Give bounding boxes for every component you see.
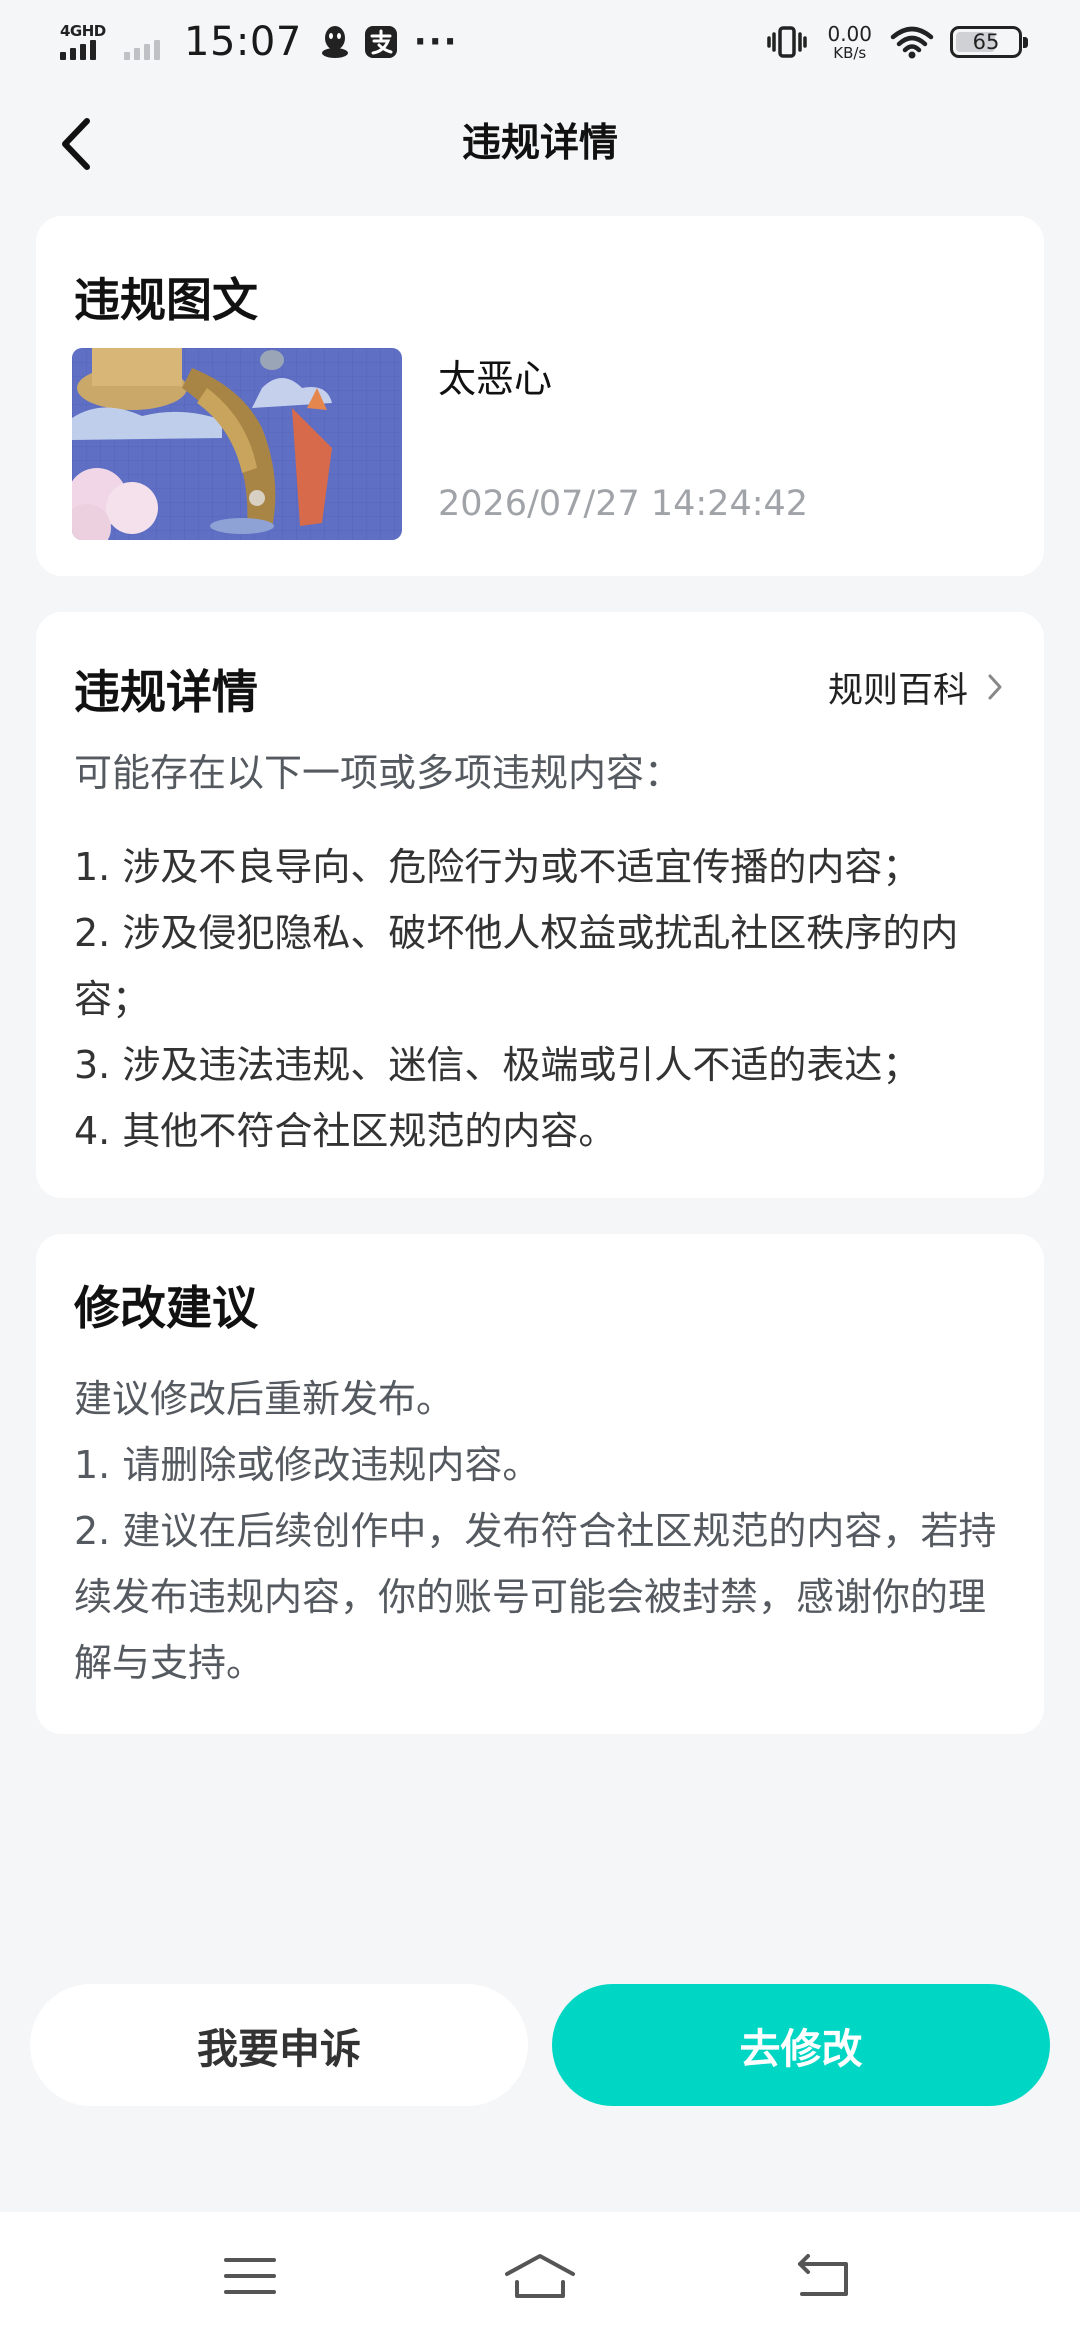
edit-button[interactable]: 去修改 — [552, 1984, 1050, 2106]
violation-item: 3. 涉及违法违规、迷信、极端或引人不适的表达； — [74, 1043, 921, 1087]
post-timestamp: 2026/07/27 14:24:42 — [438, 484, 809, 524]
rules-encyclopedia-label: 规则百科 — [827, 670, 968, 711]
status-bar-left: 4GHD 15:07 ··· — [58, 14, 459, 70]
violating-post-card: 违规图文 太恶心 2026/07/27 14:24:42 — [36, 216, 1044, 576]
status-bar: 4GHD 15:07 ··· 0.00 KB/s 65 — [0, 0, 1080, 84]
violation-item: 2. 涉及侵犯隐私、破坏他人权益或扰乱社区秩序的内容； — [74, 911, 959, 1021]
qq-icon — [320, 24, 350, 60]
suggestion-body: 建议修改后重新发布。 1. 请删除或修改违规内容。 2. 建议在后续创作中，发布… — [74, 1366, 1014, 1696]
secondary-signal-icon — [122, 20, 166, 64]
system-nav-bar — [0, 2212, 1080, 2340]
violation-detail-card: 违规详情 规则百科 可能存在以下一项或多项违规内容： 1. 涉及不良导向、危险行… — [36, 612, 1044, 1198]
network-type: 4GHD — [60, 22, 106, 40]
suggestion-line: 2. 建议在后续创作中，发布符合社区规范的内容，若持续发布违规内容，你的账号可能… — [74, 1509, 997, 1685]
chevron-right-icon — [988, 674, 1002, 700]
post-card-title: 违规图文 — [74, 273, 258, 327]
network-speed-value: 0.00 — [827, 21, 872, 46]
suggestion-line: 建议修改后重新发布。 — [74, 1377, 455, 1421]
more-dots-icon: ··· — [413, 22, 459, 62]
status-time: 15:07 — [184, 19, 302, 65]
vibrate-icon — [767, 24, 808, 60]
battery-icon: 65 — [950, 26, 1028, 58]
detail-card-title: 违规详情 — [74, 665, 258, 719]
violation-list: 1. 涉及不良导向、危险行为或不适宜传播的内容； 2. 涉及侵犯隐私、破坏他人权… — [74, 834, 1014, 1164]
post-text: 太恶心 — [438, 357, 553, 401]
detail-intro: 可能存在以下一项或多项违规内容： — [74, 751, 683, 795]
network-speed-unit: KB/s — [833, 43, 867, 62]
page-title: 违规详情 — [461, 121, 618, 166]
home-nav-button[interactable] — [490, 2246, 590, 2306]
suggestion-line: 1. 请删除或修改违规内容。 — [74, 1443, 541, 1487]
status-bar-right: 0.00 KB/s 65 — [767, 14, 1028, 70]
rules-encyclopedia-link[interactable]: 规则百科 — [828, 660, 1004, 714]
post-thumbnail-image — [72, 348, 402, 540]
appeal-button[interactable]: 我要申诉 — [30, 1984, 528, 2106]
violation-item: 1. 涉及不良导向、危险行为或不适宜传播的内容； — [74, 845, 921, 889]
post-thumbnail[interactable] — [72, 348, 402, 540]
menu-nav-button[interactable] — [200, 2246, 300, 2306]
network-speed: 0.00 KB/s — [827, 24, 872, 61]
return-icon — [798, 2254, 848, 2296]
alipay-icon — [364, 25, 398, 59]
suggestion-card-title: 修改建议 — [74, 1281, 258, 1335]
cellular-signal-icon: 4GHD — [58, 20, 110, 64]
suggestion-card: 修改建议 建议修改后重新发布。 1. 请删除或修改违规内容。 2. 建议在后续创… — [36, 1234, 1044, 1734]
back-button[interactable] — [48, 116, 104, 172]
menu-icon — [224, 2258, 276, 2294]
chevron-left-icon — [62, 118, 90, 170]
back-nav-button[interactable] — [774, 2246, 874, 2306]
wifi-icon — [890, 25, 934, 59]
violation-detail-screen: 4GHD 15:07 ··· 0.00 KB/s 65 违规详情 违规图文 太恶… — [0, 0, 1080, 2340]
violation-item: 4. 其他不符合社区规范的内容。 — [74, 1109, 617, 1153]
home-icon — [505, 2254, 575, 2298]
battery-level: 65 — [972, 30, 1000, 54]
nav-bar: 违规详情 — [0, 96, 1080, 192]
